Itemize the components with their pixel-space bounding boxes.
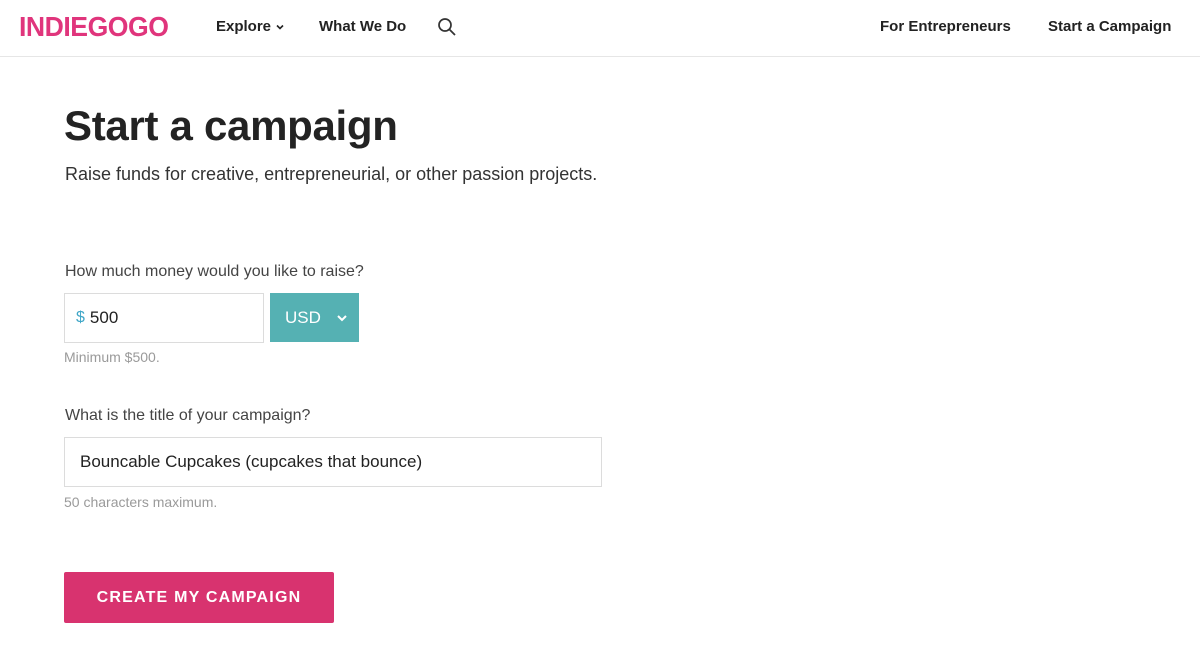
nav-for-entrepreneurs[interactable]: For Entrepreneurs [880,18,1011,35]
chevron-down-icon [276,24,284,30]
campaign-title-field[interactable] [64,437,602,487]
money-goal-input[interactable] [89,308,240,328]
nav-explore[interactable]: Explore [216,18,285,35]
campaign-title-label: What is the title of your campaign? [65,407,311,424]
currency-dropdown-value: USD [285,307,321,327]
nav-explore-label: Explore [216,18,272,35]
currency-dropdown[interactable]: USD [270,293,359,342]
search-button[interactable] [437,16,459,38]
campaign-title-input[interactable] [80,452,580,472]
search-icon [438,18,456,36]
campaign-title-helper: 50 characters maximum. [64,494,218,510]
create-campaign-button[interactable]: CREATE MY CAMPAIGN [64,572,334,623]
page-subtitle: Raise funds for creative, entrepreneuria… [65,164,598,184]
money-goal-label: How much money would you like to raise? [65,263,364,280]
nav-what-we-do[interactable]: What We Do [319,18,406,35]
chevron-down-icon [337,315,347,322]
indiegogo-logo[interactable]: INDIEGOGO [19,11,169,43]
page-title: Start a campaign [64,102,398,149]
currency-symbol: $ [76,309,85,326]
nav-start-a-campaign[interactable]: Start a Campaign [1048,18,1171,35]
money-goal-field[interactable]: $ [64,293,264,343]
money-goal-helper: Minimum $500. [64,349,160,365]
top-navigation-bar: INDIEGOGO Explore What We Do For Entrepr… [0,0,1200,57]
